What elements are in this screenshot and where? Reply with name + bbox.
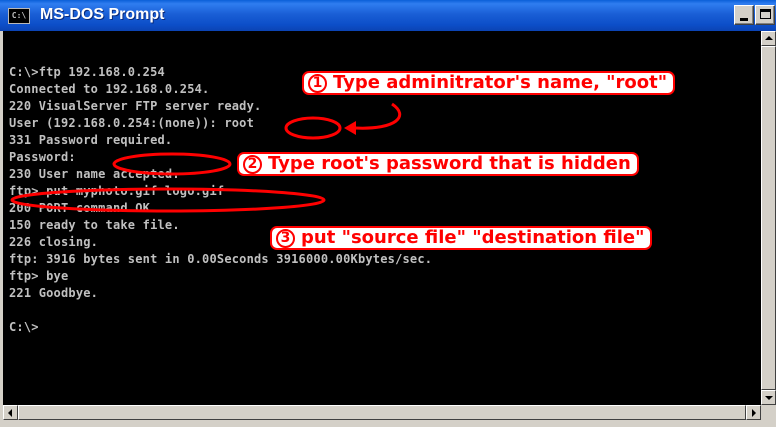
size-grip[interactable] <box>761 405 776 420</box>
console-line: User (192.168.0.254:(none)): root <box>9 116 255 130</box>
step-number: 3 <box>276 229 295 248</box>
console-output: C:\>ftp 192.168.0.254 Connected to 192.1… <box>9 64 432 336</box>
arrow-right-icon <box>752 409 756 417</box>
callout-3: 3 put "source file" "destination file" <box>270 226 653 250</box>
console-prompt: C:\> <box>9 320 39 334</box>
arrow-left-icon <box>8 409 12 417</box>
vertical-scrollbar[interactable] <box>761 31 776 405</box>
console-line: 200 PORT command OK. <box>9 201 158 215</box>
step-number: 1 <box>308 74 327 93</box>
console-line: ftp> bye <box>9 269 69 283</box>
console-line: ftp: 3916 bytes sent in 0.00Seconds 3916… <box>9 252 433 266</box>
vertical-scroll-thumb[interactable] <box>761 46 776 390</box>
console-line: 331 Password required. <box>9 133 173 147</box>
ms-dos-icon: C:\ <box>8 8 30 24</box>
callout-text: Type adminitrator's name, "root" <box>333 72 668 93</box>
callout-text: put "source file" "destination file" <box>301 227 645 248</box>
scroll-left-button[interactable] <box>3 405 18 420</box>
callout-2: 2 Type root's password that is hidden <box>237 152 639 176</box>
title-bar[interactable]: C:\ MS-DOS Prompt <box>0 0 776 31</box>
callout-1: 1 Type adminitrator's name, "root" <box>302 71 676 95</box>
arrow-up-icon <box>765 36 773 40</box>
horizontal-scroll-thumb[interactable] <box>18 405 746 420</box>
window-title: MS-DOS Prompt <box>40 6 165 23</box>
window-bottom-edge <box>0 420 776 427</box>
maximize-button[interactable] <box>755 5 775 25</box>
console-line: 220 VisualServer FTP server ready. <box>9 99 262 113</box>
step-number: 2 <box>243 155 262 174</box>
callout-text: Type root's password that is hidden <box>268 153 631 174</box>
horizontal-scrollbar[interactable] <box>3 405 761 420</box>
maximize-icon <box>760 9 771 19</box>
ms-dos-window: C:\ MS-DOS Prompt C:\>ftp 192.168.0.254 … <box>0 0 776 427</box>
arrow-down-icon <box>765 396 773 400</box>
scroll-right-button[interactable] <box>746 405 761 420</box>
minimize-icon <box>740 18 748 21</box>
scroll-up-button[interactable] <box>761 31 776 46</box>
minimize-button[interactable] <box>734 5 754 25</box>
scroll-down-button[interactable] <box>761 390 776 405</box>
console-line: 221 Goodbye. <box>9 286 99 300</box>
console-line: ftp> put myphoto.gif logo.gif <box>9 184 225 198</box>
